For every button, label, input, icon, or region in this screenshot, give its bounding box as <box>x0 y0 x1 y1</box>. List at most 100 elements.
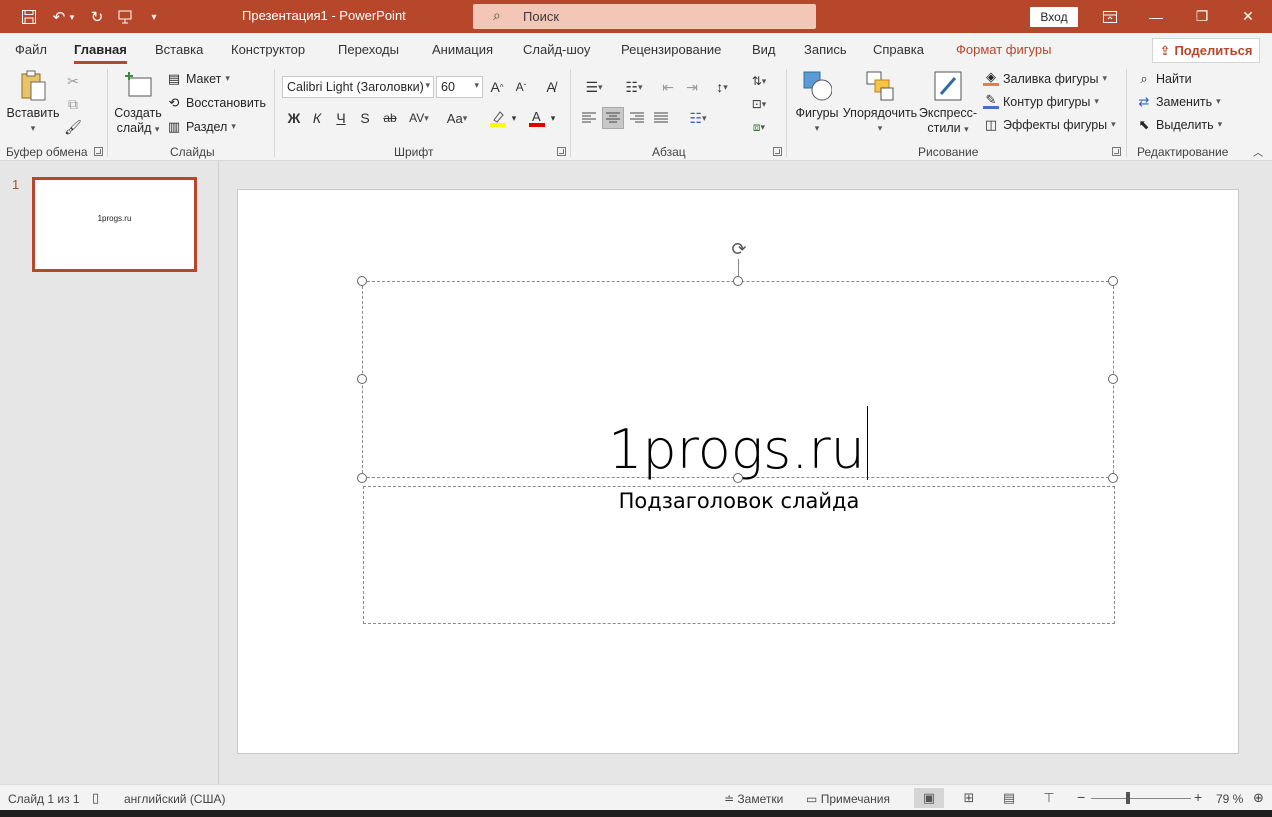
tab-animations[interactable]: Анимация <box>432 42 493 57</box>
zoom-level[interactable]: 79 % <box>1216 792 1243 806</box>
new-slide-button[interactable]: Создать слайд ▾ <box>114 70 162 137</box>
paste-button[interactable]: Вставить ▾ <box>6 70 60 136</box>
tab-insert[interactable]: Вставка <box>155 42 203 57</box>
tab-file[interactable]: Файл <box>15 42 47 57</box>
italic-button[interactable]: К <box>306 107 328 129</box>
replace-button[interactable]: ⇄ Заменить ▾ <box>1136 94 1221 109</box>
tab-shape-format[interactable]: Формат фигуры <box>956 42 1051 57</box>
zoom-slider-thumb[interactable] <box>1126 792 1130 804</box>
normal-view-icon[interactable]: ▣ <box>914 788 944 808</box>
tab-slideshow[interactable]: Слайд-шоу <box>523 42 590 57</box>
minimize-icon[interactable]: — <box>1133 0 1179 33</box>
increase-font-icon[interactable]: A ^ <box>486 76 508 98</box>
font-launcher-icon[interactable] <box>557 147 566 156</box>
slide-thumbnail[interactable]: 1progs.ru <box>32 177 197 272</box>
align-left-icon[interactable] <box>578 107 600 129</box>
decrease-font-icon[interactable]: Aˇ <box>510 76 532 98</box>
select-button[interactable]: ⬉ Выделить ▾ <box>1136 117 1223 132</box>
search-box[interactable]: ⌕ Поиск <box>473 4 816 29</box>
tab-review[interactable]: Рецензирование <box>621 42 721 57</box>
spell-check-icon[interactable]: ▯ <box>92 790 99 806</box>
shape-fill-button[interactable]: ◈ Заливка фигуры ▾ <box>983 69 1107 86</box>
language-indicator[interactable]: английский (США) <box>124 792 225 806</box>
resize-handle-bottom[interactable] <box>733 473 743 483</box>
ribbon-display-options-icon[interactable] <box>1087 0 1133 33</box>
resize-handle-left[interactable] <box>357 374 367 384</box>
format-painter-icon[interactable]: 🖌 <box>62 116 84 138</box>
resize-handle-top-right[interactable] <box>1108 276 1118 286</box>
text-direction-icon[interactable]: ⇅ ▾ <box>744 70 774 92</box>
resize-handle-bottom-left[interactable] <box>357 473 367 483</box>
quick-styles-button[interactable]: Экспресс- стили ▾ <box>918 70 978 137</box>
slide-subtitle-text[interactable]: Подзаголовок слайда <box>364 489 1114 513</box>
zoom-slider-track[interactable] <box>1091 798 1191 799</box>
share-button[interactable]: ⇪ Поделиться <box>1152 38 1260 63</box>
shapes-button[interactable]: Фигуры ▾ <box>794 70 840 136</box>
slide-sorter-icon[interactable]: ⊞ <box>954 788 984 808</box>
resize-handle-right[interactable] <box>1108 374 1118 384</box>
find-button[interactable]: ⌕ Найти <box>1136 71 1191 86</box>
chevron-down-icon[interactable]: ▾ <box>508 107 520 129</box>
strikethrough-button[interactable]: ab <box>379 107 401 129</box>
character-spacing-icon[interactable]: AV ▾ <box>404 107 434 129</box>
undo-dropdown-icon[interactable]: ▾ <box>66 6 78 28</box>
columns-icon[interactable]: ☷ ▾ <box>682 107 714 129</box>
cut-icon[interactable]: ✂ <box>62 70 84 92</box>
slideshow-view-icon[interactable]: ⊤ <box>1034 788 1064 808</box>
zoom-out-icon[interactable]: − <box>1077 789 1085 805</box>
tab-design[interactable]: Конструктор <box>231 42 305 57</box>
notes-button[interactable]: ≐ Заметки <box>724 792 783 806</box>
shape-outline-button[interactable]: ✎ Контур фигуры ▾ <box>983 92 1099 109</box>
font-color-icon[interactable]: A <box>526 107 548 129</box>
tab-view[interactable]: Вид <box>752 42 776 57</box>
save-icon[interactable] <box>18 6 40 28</box>
highlight-color-icon[interactable] <box>487 107 509 129</box>
customize-qat-icon[interactable]: ▾ <box>143 6 165 28</box>
paragraph-launcher-icon[interactable] <box>773 147 782 156</box>
copy-icon[interactable]: ⧉ <box>62 93 84 115</box>
comments-button[interactable]: ▭ Примечания <box>806 792 890 806</box>
decrease-indent-icon[interactable]: ⇤ <box>657 76 679 98</box>
font-size-select[interactable]: 60 ▾ <box>436 76 483 98</box>
redo-icon[interactable]: ↻ <box>86 6 108 28</box>
rotate-handle-icon[interactable]: ⟳ <box>728 238 750 260</box>
zoom-in-icon[interactable]: + <box>1194 789 1202 805</box>
shape-effects-button[interactable]: ◫ Эффекты фигуры ▾ <box>983 117 1116 132</box>
tab-transitions[interactable]: Переходы <box>338 42 399 57</box>
bold-button[interactable]: Ж <box>283 107 305 129</box>
smartart-icon[interactable]: ⧈ ▾ <box>744 116 774 138</box>
resize-handle-bottom-right[interactable] <box>1108 473 1118 483</box>
line-spacing-icon[interactable]: ↕ ▾ <box>707 76 737 98</box>
clear-formatting-icon[interactable]: A̸ <box>540 76 562 98</box>
tab-home[interactable]: Главная <box>74 42 127 64</box>
collapse-ribbon-icon[interactable]: ︿ <box>1250 143 1266 159</box>
sign-in-button[interactable]: Вход <box>1030 7 1078 27</box>
arrange-button[interactable]: Упорядочить ▾ <box>842 70 918 136</box>
tab-record[interactable]: Запись <box>804 42 847 57</box>
fit-slide-icon[interactable]: ⊕ <box>1253 790 1264 806</box>
close-icon[interactable]: ✕ <box>1225 0 1271 33</box>
drawing-launcher-icon[interactable] <box>1112 147 1121 156</box>
justify-icon[interactable] <box>650 107 672 129</box>
slide-title-text[interactable]: 1progs.ru <box>363 406 1113 481</box>
section-button[interactable]: ▥ Раздел ▾ <box>166 119 236 134</box>
reading-view-icon[interactable]: ▤ <box>994 788 1024 808</box>
bullets-icon[interactable]: ☰ ▾ <box>578 76 610 98</box>
layout-button[interactable]: ▤ Макет ▾ <box>166 71 230 86</box>
increase-indent-icon[interactable]: ⇥ <box>681 76 703 98</box>
start-slideshow-icon[interactable] <box>114 6 136 28</box>
align-right-icon[interactable] <box>626 107 648 129</box>
align-center-icon[interactable] <box>602 107 624 129</box>
subtitle-placeholder[interactable]: Подзаголовок слайда <box>363 486 1115 624</box>
title-placeholder[interactable]: 1progs.ru <box>362 281 1114 481</box>
font-name-select[interactable]: Calibri Light (Заголовки) ▾ <box>282 76 434 98</box>
numbering-icon[interactable]: ☷ ▾ <box>618 76 650 98</box>
chevron-down-icon[interactable]: ▾ <box>547 107 559 129</box>
underline-button[interactable]: Ч <box>330 107 352 129</box>
align-text-icon[interactable]: ⊡ ▾ <box>744 93 774 115</box>
reset-button[interactable]: ⟲ Восстановить <box>166 95 267 110</box>
resize-handle-top-left[interactable] <box>357 276 367 286</box>
shadow-button[interactable]: S <box>354 107 376 129</box>
clipboard-launcher-icon[interactable] <box>94 147 103 156</box>
tab-help[interactable]: Справка <box>873 42 924 57</box>
